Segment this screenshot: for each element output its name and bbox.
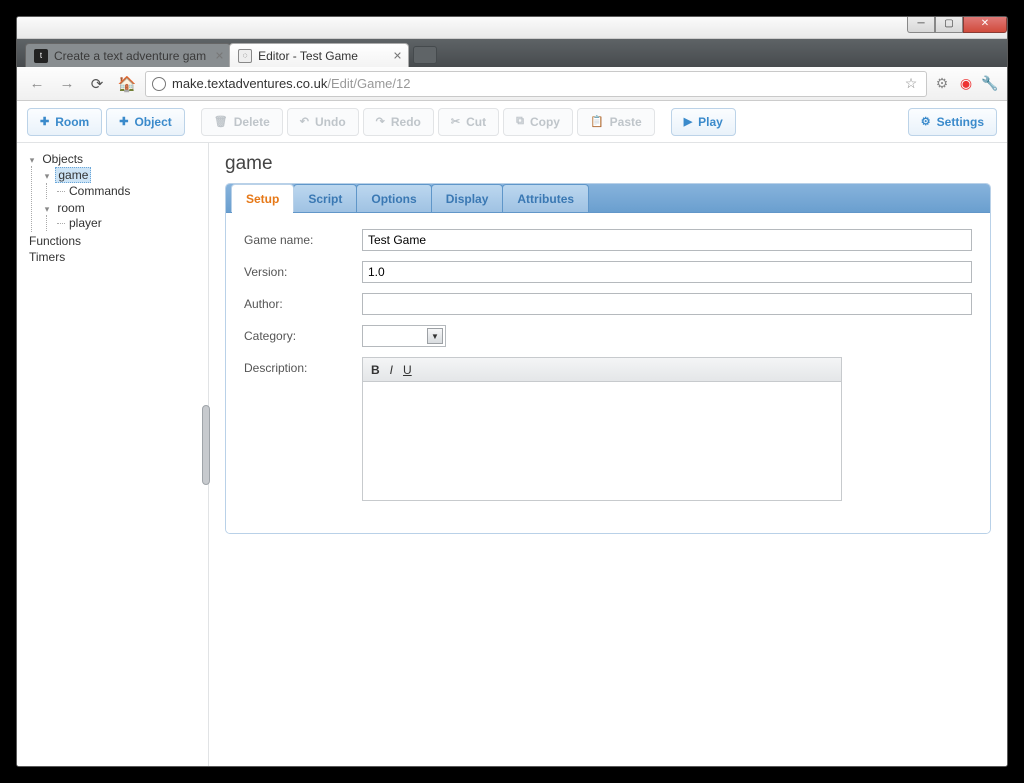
collapse-icon[interactable]: ▾ bbox=[27, 155, 37, 166]
add-room-button[interactable]: ✚Room bbox=[27, 108, 102, 136]
tab-display[interactable]: Display bbox=[431, 184, 504, 212]
label-game-name: Game name: bbox=[244, 229, 362, 247]
page-content: ✚Room ✚Object 🗑Delete ↶Undo ↷Redo ✂Cut ⧉… bbox=[17, 101, 1007, 766]
collapse-icon[interactable]: ▾ bbox=[42, 171, 52, 182]
editor-tabs: Setup Script Options Display Attributes bbox=[226, 184, 990, 213]
wrench-icon[interactable]: 🔧 bbox=[981, 75, 999, 93]
delete-button: 🗑Delete bbox=[201, 108, 283, 136]
editor-toolbar: ✚Room ✚Object 🗑Delete ↶Undo ↷Redo ✂Cut ⧉… bbox=[17, 101, 1007, 143]
game-name-input[interactable] bbox=[362, 229, 972, 251]
tree-node-game[interactable]: ▾ game Commands bbox=[42, 166, 202, 200]
tab-setup[interactable]: Setup bbox=[231, 184, 294, 212]
bookmark-icon[interactable]: ☆ bbox=[902, 75, 920, 93]
split-handle[interactable] bbox=[202, 405, 210, 485]
redo-button: ↷Redo bbox=[363, 108, 434, 136]
play-button[interactable]: ▶Play bbox=[671, 108, 736, 136]
tab-close-icon[interactable]: ✕ bbox=[393, 49, 402, 62]
undo-button: ↶Undo bbox=[287, 108, 359, 136]
tree-node-functions[interactable]: Functions bbox=[27, 233, 202, 249]
back-button[interactable]: ← bbox=[25, 72, 49, 96]
window-close-button[interactable]: ✕ bbox=[963, 16, 1007, 33]
label-version: Version: bbox=[244, 261, 362, 279]
play-icon: ▶ bbox=[684, 115, 692, 128]
url-path: /Edit/Game/12 bbox=[327, 76, 410, 91]
label-author: Author: bbox=[244, 293, 362, 311]
window-titlebar: ─ ▢ ✕ bbox=[17, 17, 1007, 39]
window-minimize-button[interactable]: ─ bbox=[907, 16, 935, 33]
underline-button[interactable]: U bbox=[403, 363, 412, 377]
tree-node-objects[interactable]: ▾ Objects ▾ game Commands ▾ bbox=[27, 151, 202, 233]
page-title: game bbox=[225, 153, 991, 175]
editor-panel: Setup Script Options Display Attributes … bbox=[225, 183, 991, 534]
url-host: make.textadventures.co.uk bbox=[172, 76, 327, 91]
cut-icon: ✂ bbox=[451, 115, 460, 128]
tab-close-icon[interactable]: ✕ bbox=[215, 49, 224, 62]
settings-button[interactable]: ⚙Settings bbox=[908, 108, 997, 136]
editor-pane: game Setup Script Options Display Attrib… bbox=[209, 143, 1007, 766]
copy-icon: ⧉ bbox=[516, 115, 524, 128]
rte-toolbar: B I U bbox=[363, 358, 841, 382]
home-button[interactable]: 🏠 bbox=[115, 72, 139, 96]
gear-icon: ⚙ bbox=[921, 115, 931, 128]
category-select[interactable]: ▼ bbox=[362, 325, 446, 347]
description-textarea[interactable] bbox=[363, 382, 841, 500]
browser-tab-0[interactable]: t Create a text adventure gam ✕ bbox=[25, 43, 231, 67]
italic-button[interactable]: I bbox=[390, 363, 393, 377]
undo-icon: ↶ bbox=[300, 115, 309, 128]
collapse-icon[interactable]: ▾ bbox=[42, 204, 52, 215]
author-input[interactable] bbox=[362, 293, 972, 315]
browser-navrow: ← → ⟳ 🏠 make.textadventures.co.uk/Edit/G… bbox=[17, 67, 1007, 101]
browser-tab-1[interactable]: ◌ Editor - Test Game ✕ bbox=[229, 43, 409, 67]
browser-tabstrip: t Create a text adventure gam ✕ ◌ Editor… bbox=[17, 39, 1007, 67]
browser-tab-label: Editor - Test Game bbox=[258, 49, 358, 63]
bold-button[interactable]: B bbox=[371, 363, 380, 377]
tree-node-commands[interactable]: Commands bbox=[57, 183, 202, 199]
tree-node-timers[interactable]: Timers bbox=[27, 249, 202, 265]
copy-button: ⧉Copy bbox=[503, 108, 573, 136]
tab-attributes[interactable]: Attributes bbox=[502, 184, 589, 212]
browser-tab-label: Create a text adventure gam bbox=[54, 49, 206, 63]
new-tab-button[interactable] bbox=[413, 46, 437, 64]
tree-node-room[interactable]: ▾ room player bbox=[42, 200, 202, 232]
plus-icon: ✚ bbox=[119, 115, 128, 128]
favicon-icon: ◌ bbox=[238, 49, 252, 63]
extension-icon[interactable]: ⚙ bbox=[933, 75, 951, 93]
forward-button[interactable]: → bbox=[55, 72, 79, 96]
label-description: Description: bbox=[244, 357, 362, 375]
globe-icon bbox=[152, 77, 166, 91]
paste-button: 📋Paste bbox=[577, 108, 655, 136]
browser-window: ─ ▢ ✕ t Create a text adventure gam ✕ ◌ … bbox=[16, 16, 1008, 767]
extension-red-icon[interactable]: ◉ bbox=[957, 75, 975, 93]
plus-icon: ✚ bbox=[40, 115, 49, 128]
label-category: Category: bbox=[244, 325, 362, 343]
window-maximize-button[interactable]: ▢ bbox=[935, 16, 963, 33]
reload-button[interactable]: ⟳ bbox=[85, 72, 109, 96]
object-tree: ▾ Objects ▾ game Commands ▾ bbox=[17, 143, 209, 766]
add-object-button[interactable]: ✚Object bbox=[106, 108, 185, 136]
redo-icon: ↷ bbox=[376, 115, 385, 128]
description-editor: B I U bbox=[362, 357, 842, 501]
favicon-icon: t bbox=[34, 49, 48, 63]
tab-options[interactable]: Options bbox=[356, 184, 431, 212]
version-input[interactable] bbox=[362, 261, 972, 283]
tab-script[interactable]: Script bbox=[293, 184, 357, 212]
tree-node-player[interactable]: player bbox=[57, 215, 202, 231]
paste-icon: 📋 bbox=[590, 115, 604, 128]
address-bar[interactable]: make.textadventures.co.uk/Edit/Game/12 ☆ bbox=[145, 71, 927, 97]
trash-icon: 🗑 bbox=[214, 115, 228, 128]
cut-button: ✂Cut bbox=[438, 108, 499, 136]
chevron-down-icon: ▼ bbox=[427, 328, 443, 344]
